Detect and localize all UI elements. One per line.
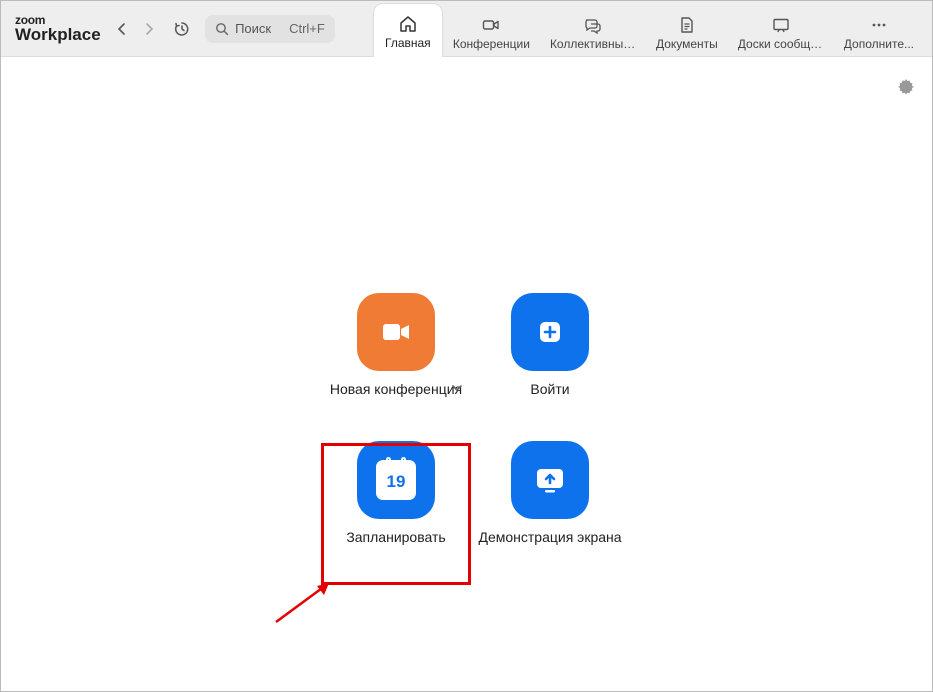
chat-icon	[583, 15, 603, 35]
calendar-day: 19	[387, 472, 406, 492]
tab-label: Главная	[385, 36, 431, 50]
video-icon	[481, 15, 501, 35]
history-icon	[173, 20, 191, 38]
header-bar: zoom Workplace Поиск Ctrl+F Главная Конф…	[1, 1, 932, 57]
history-button[interactable]	[168, 15, 195, 43]
whiteboard-icon	[771, 15, 791, 35]
nav-forward-button[interactable]	[135, 15, 162, 43]
tab-more[interactable]: Дополните...	[834, 8, 924, 56]
new-meeting-button[interactable]	[357, 293, 435, 371]
share-screen-icon	[530, 460, 570, 500]
tab-label: Коллективный ч...	[550, 37, 636, 51]
tab-label: Доски сообще...	[738, 37, 824, 51]
home-icon	[398, 14, 418, 34]
schedule-button[interactable]: 19	[357, 441, 435, 519]
tile-new-meeting: Новая конференция	[321, 293, 471, 399]
share-screen-button[interactable]	[511, 441, 589, 519]
chevron-down-icon	[451, 384, 463, 392]
tile-schedule: 19 Запланировать	[321, 441, 471, 547]
search-input[interactable]: Поиск Ctrl+F	[205, 15, 335, 43]
tab-documents[interactable]: Документы	[646, 8, 728, 56]
tab-label: Дополните...	[844, 37, 914, 51]
tile-share-screen: Демонстрация экрана	[475, 441, 625, 547]
tab-team-chat[interactable]: Коллективный ч...	[540, 8, 646, 56]
join-button[interactable]	[511, 293, 589, 371]
app-logo: zoom Workplace	[15, 14, 101, 43]
more-icon	[869, 15, 889, 35]
chevron-left-icon	[117, 22, 127, 36]
tab-label: Конференции	[453, 37, 530, 51]
annotation-arrow-icon	[271, 577, 341, 627]
top-tabs: Главная Конференции Коллективный ч... До…	[373, 1, 924, 56]
content-area: Новая конференция Войти 19 Запланировать	[1, 57, 932, 691]
tab-label: Документы	[656, 37, 718, 51]
document-icon	[677, 15, 697, 35]
search-shortcut: Ctrl+F	[289, 21, 325, 36]
chevron-right-icon	[144, 22, 154, 36]
tile-label: Демонстрация экрана	[478, 529, 621, 547]
logo-bottom: Workplace	[15, 26, 101, 43]
search-icon	[215, 22, 229, 36]
tab-meetings[interactable]: Конференции	[443, 8, 540, 56]
calendar-icon: 19	[376, 460, 416, 500]
settings-button[interactable]	[896, 77, 916, 102]
search-placeholder: Поиск	[235, 21, 271, 36]
plus-icon	[532, 314, 568, 350]
tile-label: Новая конференция	[330, 381, 462, 399]
tab-home[interactable]: Главная	[373, 3, 443, 57]
tab-whiteboards[interactable]: Доски сообще...	[728, 8, 834, 56]
tile-join: Войти	[475, 293, 625, 399]
action-tiles: Новая конференция Войти 19 Запланировать	[321, 293, 625, 546]
new-meeting-dropdown[interactable]	[451, 379, 463, 397]
tile-label: Запланировать	[346, 529, 445, 547]
gear-icon	[896, 77, 916, 97]
tile-label: Войти	[530, 381, 569, 399]
nav-back-button[interactable]	[109, 15, 136, 43]
video-camera-icon	[375, 311, 417, 353]
